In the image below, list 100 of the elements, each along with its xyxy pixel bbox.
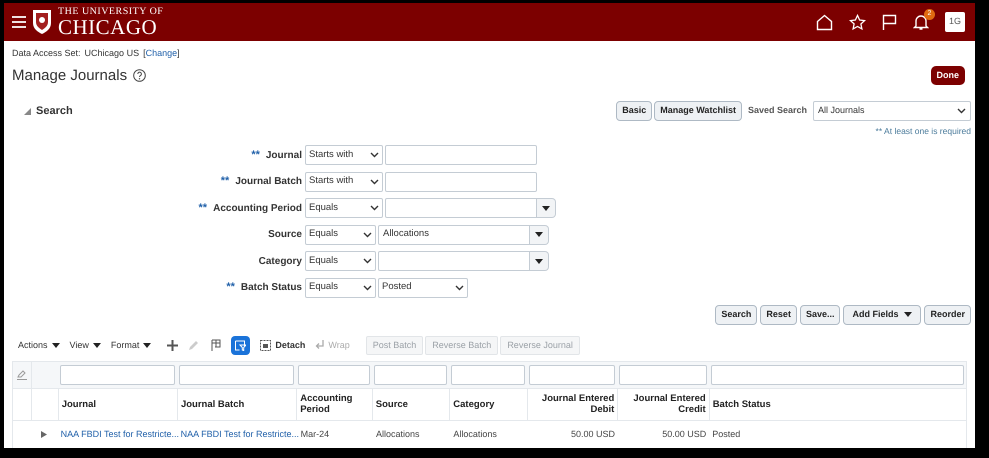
- plus-icon[interactable]: [167, 340, 178, 351]
- column-header[interactable]: Journal Entered Credit: [621, 392, 706, 416]
- column-header[interactable]: Accounting Period: [300, 392, 369, 416]
- chevron-down-icon: [455, 284, 464, 290]
- edit-icon[interactable]: [16, 370, 27, 380]
- collapse-triangle-icon[interactable]: [24, 108, 31, 114]
- operator-select[interactable]: Starts with: [305, 145, 383, 165]
- saved-search-label: Saved Search: [748, 104, 807, 118]
- field-label: Source: [268, 228, 302, 242]
- done-button[interactable]: Done: [930, 66, 965, 86]
- dropdown-button[interactable]: [530, 224, 549, 244]
- filter-icon: [235, 340, 246, 351]
- chevron-down-icon: [957, 108, 966, 114]
- text-field[interactable]: Allocations: [378, 224, 530, 244]
- star-icon[interactable]: [849, 14, 866, 30]
- table-cell-text: 50.00 USD: [662, 428, 706, 441]
- dropdown-button[interactable]: [537, 198, 556, 218]
- status-select[interactable]: Posted: [378, 278, 468, 298]
- journal-link[interactable]: NAA FBDI Test for Restricte...: [180, 428, 299, 442]
- bracket-text: ]: [177, 47, 180, 60]
- operator-select[interactable]: Equals: [305, 251, 376, 271]
- text-field[interactable]: [385, 172, 537, 192]
- table-cell-text: Allocations: [376, 428, 420, 441]
- help-icon[interactable]: [133, 69, 146, 82]
- column-filter-field[interactable]: [374, 364, 448, 385]
- column-header[interactable]: Journal: [62, 398, 96, 410]
- flag-icon[interactable]: [882, 14, 897, 30]
- triangle-down-icon: [52, 342, 60, 348]
- user-avatar[interactable]: 1G: [945, 12, 965, 32]
- required-mark: **: [220, 174, 230, 190]
- menu-icon[interactable]: [12, 16, 26, 28]
- chevron-down-icon: [370, 205, 379, 211]
- logo-subtitle: THE UNIVERSITY OF: [58, 6, 164, 16]
- dropdown-button[interactable]: [530, 251, 549, 271]
- triangle-down-icon: [143, 342, 152, 348]
- chevron-down-icon: [363, 258, 372, 264]
- column-header[interactable]: Category: [453, 398, 494, 410]
- table-cell-text: Mar-24: [300, 428, 330, 441]
- field-label: Accounting Period: [213, 202, 302, 216]
- required-mark: **: [198, 200, 208, 216]
- bracket-text: [: [143, 47, 146, 60]
- chevron-down-icon: [370, 152, 379, 158]
- toolbar-menu[interactable]: Actions: [18, 338, 60, 352]
- operator-select[interactable]: Equals: [305, 198, 383, 218]
- change-link[interactable]: Change: [146, 47, 178, 60]
- search-mode-button[interactable]: Manage Watchlist: [654, 101, 742, 121]
- column-filter-field[interactable]: [528, 364, 616, 385]
- column-filter-field[interactable]: [451, 364, 525, 385]
- field-label: Journal Batch: [235, 175, 302, 189]
- toolbar-menu[interactable]: Format: [110, 338, 152, 352]
- filter-toggle-button[interactable]: [231, 336, 250, 355]
- search-mode-button[interactable]: Basic: [616, 101, 652, 121]
- bell-icon[interactable]: [913, 14, 929, 30]
- column-filter-field[interactable]: [60, 364, 175, 385]
- detach-icon: [260, 340, 272, 351]
- column-filter-field[interactable]: [710, 364, 964, 385]
- search-action-button[interactable]: Reorder: [924, 304, 971, 325]
- text-field[interactable]: [378, 251, 530, 271]
- column-header[interactable]: Journal Batch: [180, 398, 244, 410]
- table-cell-text: Allocations: [453, 428, 497, 441]
- column-filter-field[interactable]: [178, 364, 294, 385]
- triangle-down-icon: [542, 206, 550, 210]
- search-action-button[interactable]: Reset: [760, 304, 797, 325]
- freeze-columns-icon[interactable]: [209, 338, 222, 352]
- search-heading: Search: [36, 104, 73, 119]
- text-field[interactable]: [385, 198, 537, 218]
- page-title: Manage Journals: [12, 66, 128, 86]
- text-field[interactable]: [385, 145, 537, 165]
- column-header[interactable]: Source: [376, 398, 408, 410]
- triangle-down-icon: [904, 312, 912, 318]
- operator-select[interactable]: Equals: [305, 224, 376, 244]
- chevron-down-icon: [363, 284, 372, 290]
- return-arrow-icon: [315, 340, 324, 350]
- data-access-label: Data Access Set:: [12, 47, 81, 60]
- column-header[interactable]: Batch Status: [712, 398, 771, 410]
- column-filter-field[interactable]: [619, 364, 707, 385]
- operator-select[interactable]: Equals: [305, 278, 376, 298]
- column-filter-field[interactable]: [298, 364, 370, 385]
- search-action-button[interactable]: Add Fields: [843, 304, 922, 325]
- data-access-value: UChicago US: [84, 47, 140, 60]
- home-icon[interactable]: [816, 14, 833, 30]
- required-mark: **: [251, 148, 260, 163]
- detach-button[interactable]: Detach: [260, 338, 306, 352]
- operator-select[interactable]: Starts with: [305, 172, 383, 192]
- table-cell-text: Posted: [712, 428, 740, 441]
- chevron-down-icon: [363, 232, 372, 238]
- triangle-down-icon: [535, 258, 543, 264]
- search-action-button[interactable]: Search: [715, 304, 758, 325]
- search-action-button[interactable]: Save...: [800, 304, 840, 325]
- logo-title: CHICAGO: [58, 16, 158, 38]
- journal-link[interactable]: NAA FBDI Test for Restricte...: [60, 428, 179, 442]
- expand-row-icon[interactable]: [41, 431, 48, 438]
- toolbar-menu[interactable]: View: [70, 338, 101, 352]
- field-label: Journal: [266, 148, 302, 162]
- field-label: Batch Status: [240, 281, 302, 295]
- chevron-down-icon: [370, 178, 379, 184]
- saved-search-select[interactable]: All Journals: [813, 101, 971, 121]
- table-cell-text: 50.00 USD: [570, 428, 615, 441]
- required-note: ** At least one is required: [876, 125, 971, 138]
- column-header[interactable]: Journal Entered Debit: [530, 392, 614, 416]
